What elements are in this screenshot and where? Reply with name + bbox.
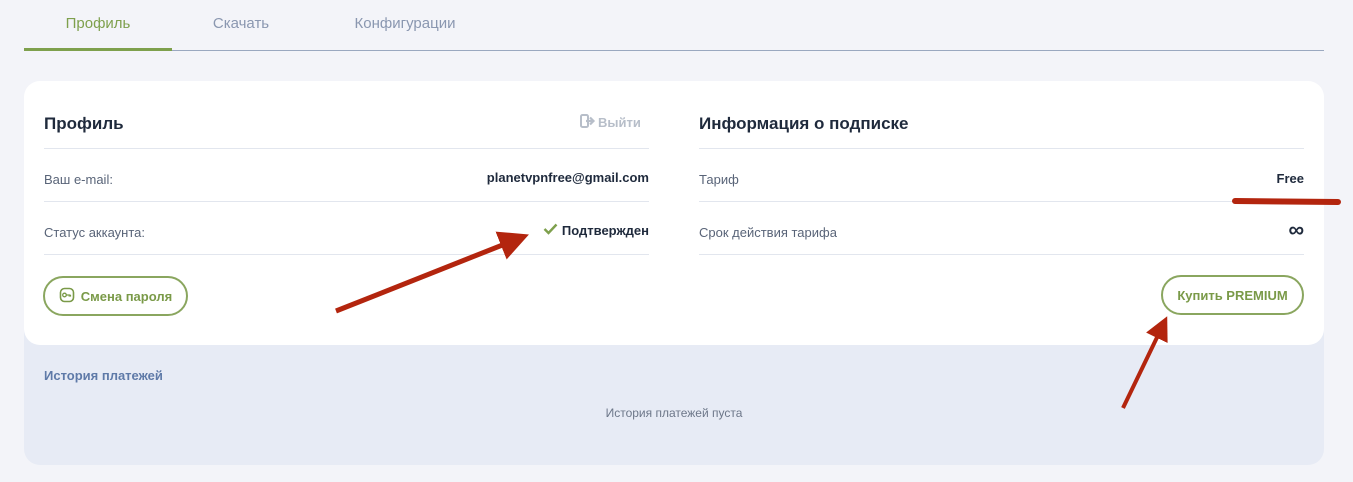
- plan-value: Free: [1276, 171, 1304, 186]
- logout-icon: [580, 113, 596, 131]
- divider: [699, 148, 1304, 149]
- status-text: Подтвержден: [561, 223, 649, 238]
- email-label: Ваш e-mail:: [44, 172, 113, 187]
- profile-title: Профиль: [44, 114, 124, 133]
- divider: [699, 201, 1304, 202]
- payment-history-title: История платежей: [44, 368, 163, 383]
- tab-download[interactable]: Скачать: [172, 0, 310, 51]
- subscription-title: Информация о подписке: [699, 114, 909, 133]
- status-label: Статус аккаунта:: [44, 225, 146, 240]
- payment-history-empty: История платежей пуста: [605, 406, 743, 420]
- expiry-label: Срок действия тарифа: [699, 225, 837, 240]
- tab-profile[interactable]: Профиль: [24, 0, 172, 51]
- logout-link[interactable]: Выйти: [580, 112, 650, 132]
- change-password-label: Смена пароля: [80, 288, 173, 304]
- tab-configurations[interactable]: Конфигурации: [320, 0, 490, 51]
- divider: [44, 148, 649, 149]
- divider: [44, 254, 649, 255]
- status-value: Подтвержден: [504, 223, 649, 238]
- plan-label: Тариф: [699, 172, 739, 187]
- infinity-icon: ∞: [1288, 217, 1304, 242]
- key-icon: [59, 287, 75, 306]
- buy-premium-button[interactable]: Купить PREMIUM: [1161, 275, 1304, 315]
- divider: [699, 254, 1304, 255]
- profile-card: Профиль Выйти Ваш e-mail: planetvpnfree@…: [24, 81, 1324, 345]
- email-value: planetvpnfree@gmail.com: [486, 170, 649, 185]
- check-icon: [543, 223, 558, 238]
- logout-label: Выйти: [598, 114, 641, 130]
- change-password-button[interactable]: Смена пароля: [43, 276, 188, 316]
- divider: [44, 201, 649, 202]
- tab-bar: Профиль Скачать Конфигурации: [24, 0, 1324, 51]
